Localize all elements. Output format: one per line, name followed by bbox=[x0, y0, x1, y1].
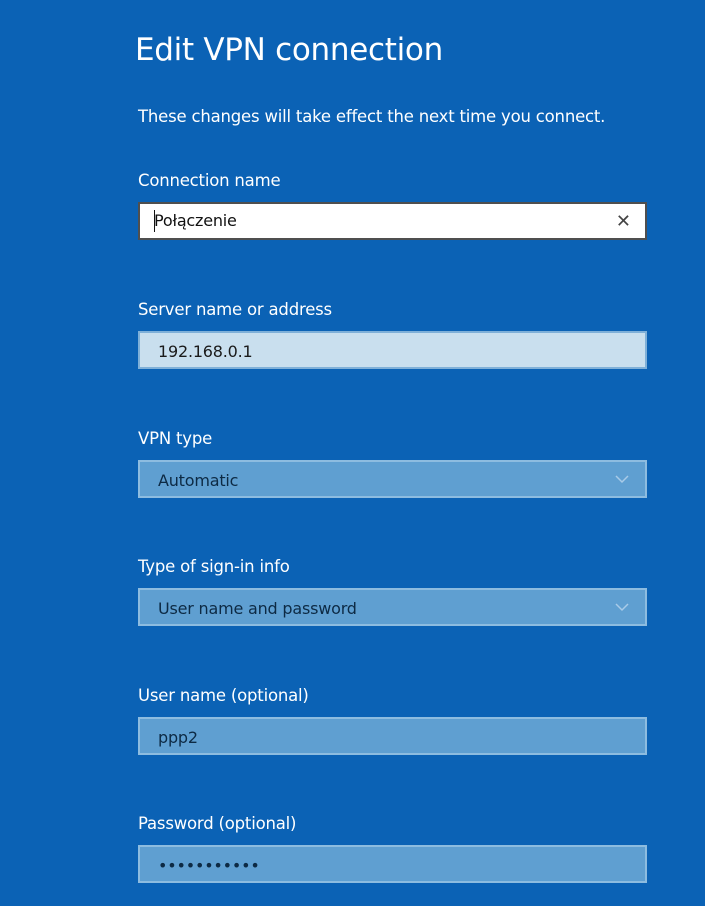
password-value: ••••••••••• bbox=[158, 856, 260, 875]
close-icon[interactable]: ✕ bbox=[616, 211, 631, 232]
password-label: Password (optional) bbox=[138, 814, 297, 833]
sign-in-type-label: Type of sign-in info bbox=[138, 557, 290, 576]
user-name-label: User name (optional) bbox=[138, 686, 309, 705]
vpn-type-label: VPN type bbox=[138, 429, 213, 448]
connection-name-value: Połączenie bbox=[154, 211, 237, 230]
sign-in-type-dropdown[interactable]: User name and password bbox=[138, 588, 647, 626]
vpn-type-dropdown[interactable]: Automatic bbox=[138, 460, 647, 498]
vpn-settings-panel: Edit VPN connection These changes will t… bbox=[0, 0, 707, 908]
sign-in-type-value: User name and password bbox=[158, 599, 357, 618]
server-address-label: Server name or address bbox=[138, 300, 332, 319]
chevron-down-icon bbox=[615, 603, 629, 612]
password-field[interactable]: ••••••••••• bbox=[138, 845, 647, 883]
user-name-field[interactable]: ppp2 bbox=[138, 717, 647, 755]
connection-name-field[interactable]: Połączenie ✕ bbox=[138, 202, 647, 240]
chevron-down-icon bbox=[615, 475, 629, 484]
dialog-title: Edit VPN connection bbox=[135, 32, 443, 68]
server-address-field[interactable]: 192.168.0.1 bbox=[138, 331, 647, 369]
connection-name-label: Connection name bbox=[138, 171, 281, 190]
server-address-value: 192.168.0.1 bbox=[158, 342, 253, 361]
user-name-value: ppp2 bbox=[158, 728, 198, 747]
dialog-subtitle: These changes will take effect the next … bbox=[138, 107, 606, 126]
vpn-type-value: Automatic bbox=[158, 471, 239, 490]
